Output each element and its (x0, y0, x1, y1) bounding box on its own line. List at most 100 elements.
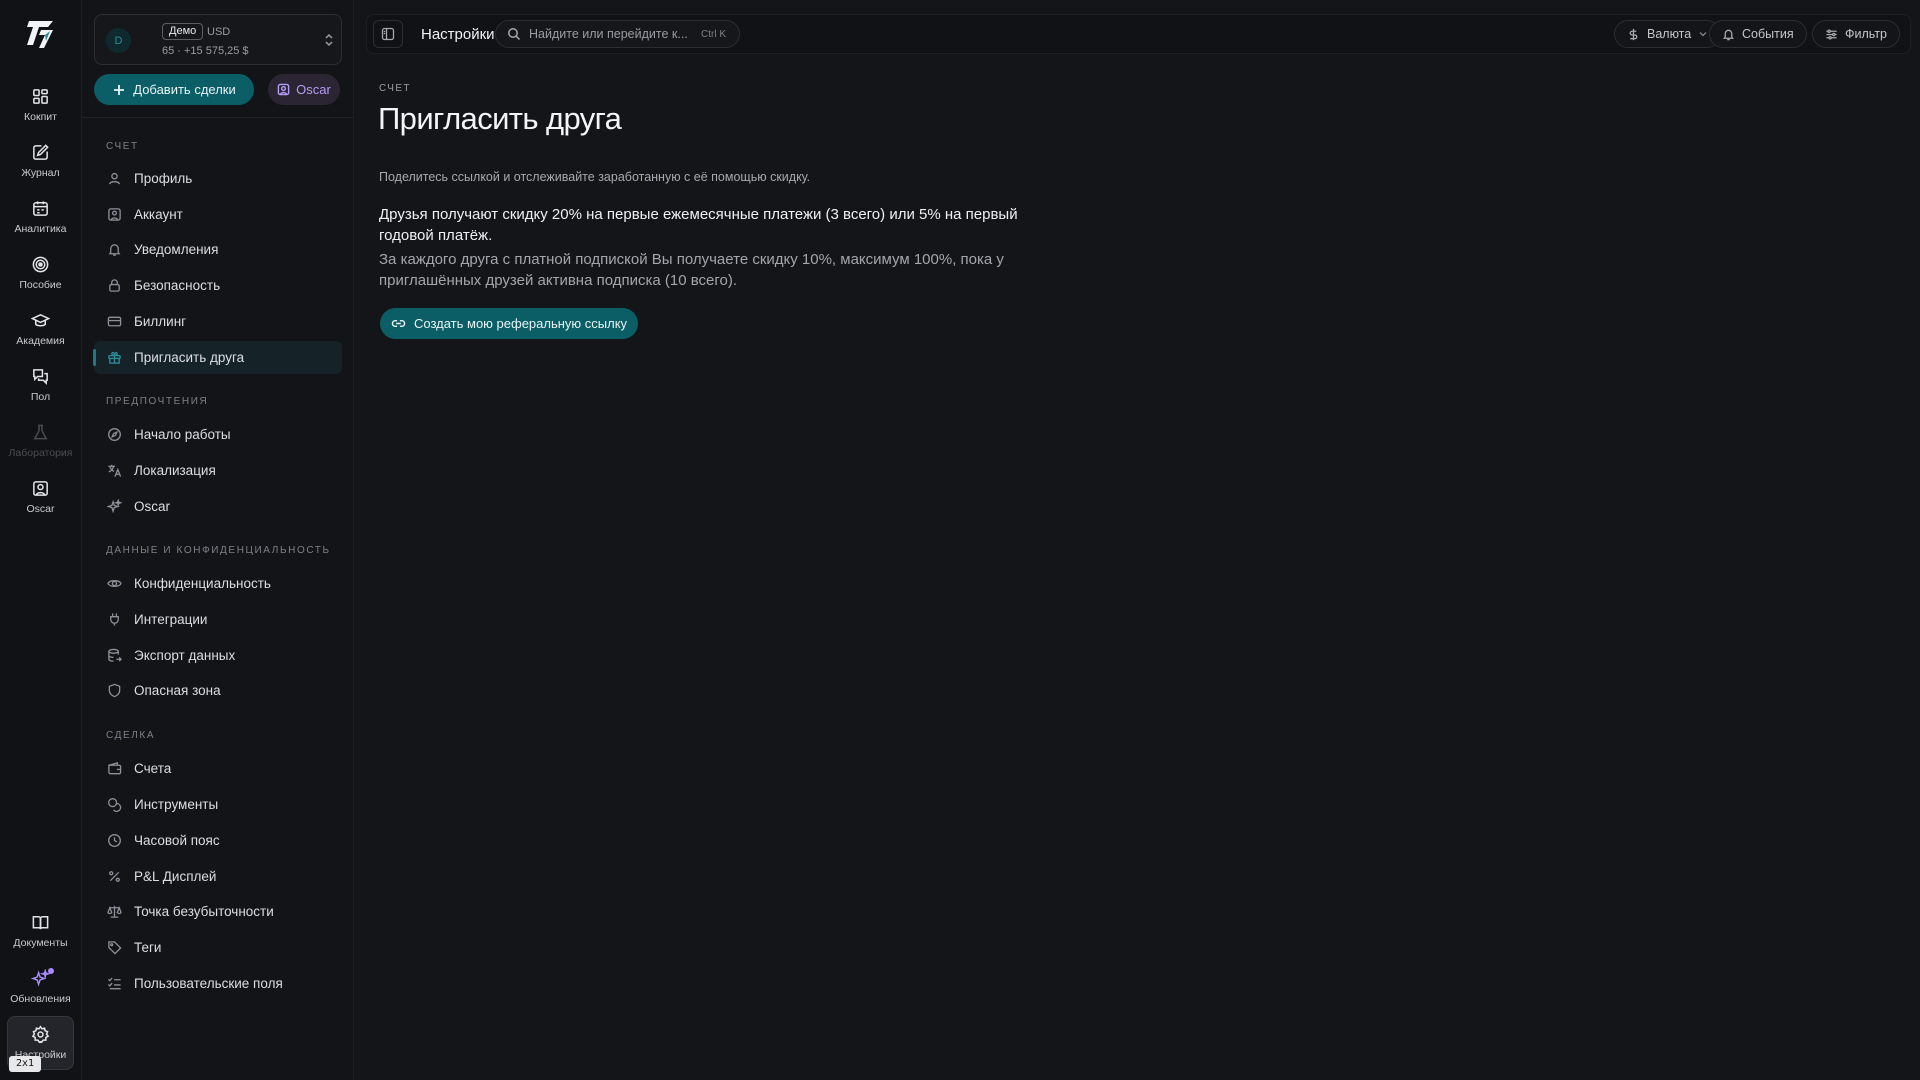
graduation-cap-icon (31, 311, 50, 330)
search-placeholder: Найдите или перейдите к... (529, 27, 688, 41)
page-header-title: Настройки (421, 26, 495, 43)
gift-icon (107, 350, 122, 365)
account-switcher[interactable]: D Демо USD 65 · +15 575,25 $ (94, 14, 342, 65)
app-rail: Кокпит Журнал Аналитика Пособие Академия… (0, 0, 82, 1080)
rail-item-community[interactable]: Пол (7, 359, 74, 413)
nav-item-invite-friend[interactable]: Пригласить друга (93, 341, 342, 374)
account-summary: 65 · +15 575,25 $ (162, 45, 249, 57)
rail-item-label: Аналитика (14, 223, 67, 235)
search-icon (507, 27, 521, 41)
rail-item-academy[interactable]: Академия (7, 303, 74, 357)
nav-item-label: Часовой пояс (134, 833, 220, 848)
nav-item-label: Аккаунт (134, 207, 183, 222)
nav-item-danger-zone[interactable]: Опасная зона (94, 674, 342, 707)
nav-item-pnl-display[interactable]: P&L Дисплей (94, 860, 342, 893)
create-referral-link-button[interactable]: Создать мою реферальную ссылку (380, 308, 639, 339)
app-logo-icon[interactable] (26, 18, 56, 50)
sliders-icon (1825, 28, 1838, 41)
rail-item-cockpit[interactable]: Кокпит (7, 79, 74, 133)
journal-edit-icon (31, 143, 50, 162)
link-icon (391, 316, 406, 331)
search-input[interactable]: Найдите или перейдите к... Ctrl K (495, 20, 740, 48)
nav-item-timezone[interactable]: Часовой пояс (94, 824, 342, 857)
nav-item-localization[interactable]: Локализация (94, 454, 342, 487)
rail-item-docs[interactable]: Документы (7, 905, 74, 959)
dollar-icon (1627, 28, 1640, 41)
section-title-trade: Сделка (106, 730, 156, 741)
rail-item-updates[interactable]: Обновления (7, 961, 74, 1015)
rail-item-playbook[interactable]: Пособие (7, 247, 74, 301)
compass-icon (107, 427, 122, 442)
filter-button[interactable]: Фильтр (1812, 20, 1900, 48)
wallet-icon (107, 761, 122, 776)
translate-icon (107, 463, 122, 478)
nav-item-oscar[interactable]: Oscar (94, 490, 342, 523)
rail-item-label: Лаборатория (8, 447, 73, 459)
avatar: D (106, 28, 131, 53)
main-content: Настройки Найдите или перейдите к... Ctr… (354, 0, 1920, 1080)
events-button[interactable]: События (1709, 20, 1807, 48)
credit-card-icon (107, 314, 122, 329)
divider (82, 117, 354, 118)
nav-item-label: Уведомления (134, 242, 219, 257)
nav-item-accounts[interactable]: Счета (94, 752, 342, 785)
lock-icon (107, 278, 122, 293)
sidebar-toggle-button[interactable] (373, 20, 403, 48)
page-description: Поделитесь ссылкой и отслеживайте зарабо… (379, 170, 811, 184)
add-trades-label: Добавить сделки (133, 82, 236, 97)
bell-icon (107, 242, 122, 257)
rail-item-label: Документы (13, 937, 68, 949)
nav-item-notifications[interactable]: Уведомления (94, 233, 342, 266)
rail-item-label: Пособие (19, 279, 62, 291)
database-export-icon (107, 648, 122, 663)
rail-item-journal[interactable]: Журнал (7, 135, 74, 189)
nav-item-security[interactable]: Безопасность (94, 269, 342, 302)
top-bar: Настройки Найдите или перейдите к... Ctr… (366, 14, 1911, 54)
create-referral-link-label: Создать мою реферальную ссылку (414, 316, 628, 331)
flask-icon (31, 423, 50, 442)
rail-item-label: Журнал (21, 167, 60, 179)
rail-item-lab[interactable]: Лаборатория (7, 415, 74, 469)
nav-item-data-export[interactable]: Экспорт данных (94, 639, 342, 672)
nav-item-custom-fields[interactable]: Пользовательские поля (94, 967, 342, 1000)
nav-item-privacy[interactable]: Конфиденциальность (94, 567, 342, 600)
referrer-discount-text: За каждого друга с платной подпиской Вы … (379, 251, 1004, 289)
nav-item-label: Пользовательские поля (134, 976, 283, 991)
scale-icon (107, 904, 122, 919)
add-trades-button[interactable]: Добавить сделки (94, 74, 254, 105)
nav-item-profile[interactable]: Профиль (94, 162, 342, 195)
nav-item-account[interactable]: Аккаунт (94, 198, 342, 231)
clock-icon (107, 833, 122, 848)
checklist-icon (107, 976, 122, 991)
breadcrumb: Счет (379, 83, 411, 94)
nav-item-label: Конфиденциальность (134, 576, 271, 591)
section-title-preferences: Предпочтения (106, 396, 209, 407)
nav-item-label: Точка безубыточности (134, 904, 274, 919)
nav-item-getting-started[interactable]: Начало работы (94, 418, 342, 451)
gear-icon (31, 1025, 50, 1044)
nav-item-instruments[interactable]: Инструменты (94, 788, 342, 821)
chevron-up-down-icon (322, 32, 336, 48)
shield-icon (107, 683, 122, 698)
oscar-button[interactable]: Oscar (268, 74, 340, 105)
nav-item-tags[interactable]: Теги (94, 931, 342, 964)
book-open-icon (31, 913, 50, 932)
sidebar-panel-icon (381, 27, 395, 41)
nav-item-label: Опасная зона (134, 683, 221, 698)
filter-label: Фильтр (1845, 27, 1887, 41)
shortcut-badge: 2x1 (9, 1056, 42, 1072)
sparkles-icon (107, 499, 122, 514)
nav-item-label: Теги (134, 940, 162, 955)
bell-icon (1722, 28, 1735, 41)
nav-item-label: Безопасность (134, 278, 221, 293)
settings-sidebar: D Демо USD 65 · +15 575,25 $ Добавить сд… (82, 0, 354, 1080)
nav-item-label: Пригласить друга (134, 350, 245, 365)
nav-item-integrations[interactable]: Интеграции (94, 603, 342, 636)
plus-icon (112, 83, 126, 97)
nav-item-billing[interactable]: Биллинг (94, 305, 342, 338)
nav-item-breakeven[interactable]: Точка безубыточности (94, 895, 342, 928)
currency-dropdown[interactable]: Валюта (1614, 20, 1722, 48)
chat-bubbles-icon (31, 367, 50, 386)
rail-item-analytics[interactable]: Аналитика (7, 191, 74, 245)
rail-item-oscar[interactable]: Oscar (7, 471, 74, 525)
